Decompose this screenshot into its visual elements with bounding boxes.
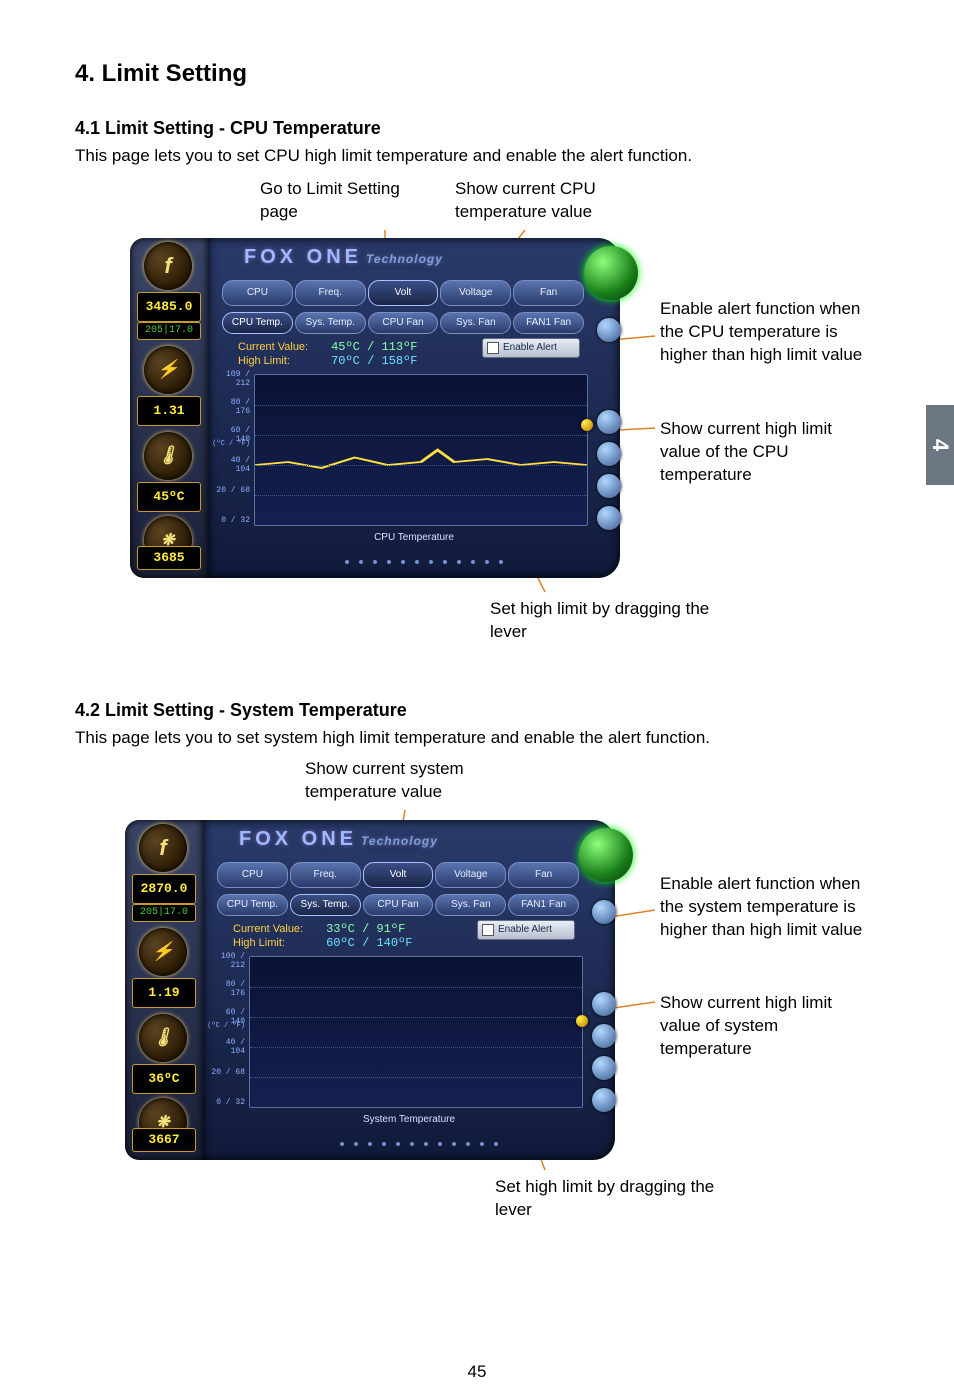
- close-icon[interactable]: [592, 992, 616, 1016]
- pager-dots: [288, 556, 560, 568]
- close-icon[interactable]: [597, 410, 621, 434]
- left-panel: f 2870.0 205|17.0 ⚡ 1.19 🌡 36ºC ❋ 3667: [125, 820, 203, 1160]
- checkbox-icon: [482, 924, 494, 936]
- left-panel: f 3485.0 205|17.0 ⚡ 1.31 🌡 45ºC ❋ 3685: [130, 238, 208, 578]
- meter-fan: 3667: [132, 1128, 196, 1152]
- enable-alert-checkbox[interactable]: Enable Alert: [477, 920, 575, 940]
- callout-right1: Enable alert function when the system te…: [660, 873, 870, 942]
- enable-alert-label: Enable Alert: [498, 924, 552, 935]
- volt-icon[interactable]: ⚡: [139, 928, 187, 976]
- power-button[interactable]: [584, 246, 638, 300]
- high-limit-value: 70ºC / 158ºF: [331, 354, 417, 368]
- app-brand: FOX ONETechnology: [244, 246, 443, 269]
- meter-volt: 1.19: [132, 978, 196, 1008]
- meter-temp: 36ºC: [132, 1064, 196, 1094]
- page-title: 4. Limit Setting: [75, 60, 904, 88]
- volt-icon[interactable]: ⚡: [144, 346, 192, 394]
- temp-icon[interactable]: 🌡: [139, 1014, 187, 1062]
- chapter-side-tab: 4: [926, 405, 954, 485]
- freq-icon[interactable]: f: [139, 824, 187, 872]
- callout-bottom: Set high limit by dragging the lever: [490, 598, 710, 644]
- subtab-systemp[interactable]: Sys. Temp.: [290, 894, 361, 916]
- figure-cpu-temp: Go to Limit Setting page Show current CP…: [75, 178, 904, 658]
- section42-intro: This page lets you to set system high li…: [75, 727, 904, 750]
- limit-slider-knob[interactable]: [576, 1015, 588, 1027]
- settings-icon[interactable]: [597, 506, 621, 530]
- app-brand: FOX ONETechnology: [239, 828, 438, 851]
- y-axis-labels: 109 / 212 80 / 176 60 / 140 (ºC / ºF) 40…: [212, 374, 252, 524]
- side-button-1[interactable]: [592, 900, 616, 924]
- callout-bottom: Set high limit by dragging the lever: [495, 1176, 715, 1222]
- temperature-chart: [254, 374, 588, 526]
- callout-top-right: Show current CPU temperature value: [455, 178, 655, 224]
- meter-fan: 3685: [137, 546, 201, 570]
- page-number: 45: [0, 1362, 954, 1382]
- limit-slider-knob[interactable]: [581, 419, 593, 431]
- freq-icon[interactable]: f: [144, 242, 192, 290]
- foxone-app: f 3485.0 205|17.0 ⚡ 1.31 🌡 45ºC ❋ 3685 F…: [130, 238, 620, 578]
- high-limit-value: 60ºC / 140ºF: [326, 936, 412, 950]
- y-axis-labels: 100 / 212 80 / 176 60 / 140 (ºC / ºF) 40…: [207, 956, 247, 1106]
- callout-right1: Enable alert function when the CPU tempe…: [660, 298, 870, 367]
- pager-dots: [283, 1138, 555, 1150]
- high-limit-label: High Limit:: [238, 355, 328, 367]
- temp-icon[interactable]: 🌡: [144, 432, 192, 480]
- tab-freq[interactable]: Freq.: [295, 280, 366, 306]
- subtab-sysfan[interactable]: Sys. Fan: [440, 312, 511, 334]
- temperature-chart: [249, 956, 583, 1108]
- subtab-cpufan[interactable]: CPU Fan: [368, 312, 439, 334]
- figure-sys-temp: Show current system temperature value En…: [75, 758, 904, 1238]
- tab-voltage[interactable]: Voltage: [435, 862, 506, 888]
- meter-fsb: 205|17.0: [137, 322, 201, 340]
- meter-mhz: 2870.0: [132, 874, 196, 904]
- chart-title: CPU Temperature: [208, 532, 620, 543]
- subtab-cputemp[interactable]: CPU Temp.: [222, 312, 293, 334]
- tab-cpu[interactable]: CPU: [222, 280, 293, 306]
- callout-right2: Show current high limit value of system …: [660, 992, 870, 1061]
- meter-volt: 1.31: [137, 396, 201, 426]
- meter-mhz: 3485.0: [137, 292, 201, 322]
- tab-cpu[interactable]: CPU: [217, 862, 288, 888]
- callout-right2: Show current high limit value of the CPU…: [660, 418, 870, 487]
- foxone-app: f 2870.0 205|17.0 ⚡ 1.19 🌡 36ºC ❋ 3667 F…: [125, 820, 615, 1160]
- section42-title: 4.2 Limit Setting - System Temperature: [75, 700, 904, 721]
- subtab-cpufan[interactable]: CPU Fan: [363, 894, 434, 916]
- minimize-icon[interactable]: [597, 442, 621, 466]
- section41-intro: This page lets you to set CPU high limit…: [75, 145, 904, 168]
- checkbox-icon: [487, 342, 499, 354]
- refresh-icon[interactable]: [592, 1056, 616, 1080]
- subtab-fan1[interactable]: FAN1 Fan: [513, 312, 584, 334]
- section41-title: 4.1 Limit Setting - CPU Temperature: [75, 118, 904, 139]
- callout-top: Show current system temperature value: [305, 758, 535, 804]
- power-button[interactable]: [579, 828, 633, 882]
- current-value: 33ºC / 91ºF: [326, 922, 405, 936]
- tab-fan[interactable]: Fan: [513, 280, 584, 306]
- tab-fan[interactable]: Fan: [508, 862, 579, 888]
- current-value-label: Current Value:: [238, 341, 328, 353]
- subtab-sysfan[interactable]: Sys. Fan: [435, 894, 506, 916]
- enable-alert-checkbox[interactable]: Enable Alert: [482, 338, 580, 358]
- tab-voltage[interactable]: Voltage: [440, 280, 511, 306]
- callout-top-left: Go to Limit Setting page: [260, 178, 440, 224]
- current-value-label: Current Value:: [233, 923, 323, 935]
- high-limit-label: High Limit:: [233, 937, 323, 949]
- current-value: 45ºC / 113ºF: [331, 340, 417, 354]
- meter-temp: 45ºC: [137, 482, 201, 512]
- enable-alert-label: Enable Alert: [503, 342, 557, 353]
- tab-freq[interactable]: Freq.: [290, 862, 361, 888]
- subtab-cputemp[interactable]: CPU Temp.: [217, 894, 288, 916]
- meter-fsb: 205|17.0: [132, 904, 196, 922]
- subtab-fan1[interactable]: FAN1 Fan: [508, 894, 579, 916]
- refresh-icon[interactable]: [597, 474, 621, 498]
- settings-icon[interactable]: [592, 1088, 616, 1112]
- chart-title: System Temperature: [203, 1114, 615, 1125]
- tab-limit[interactable]: Volt: [363, 862, 434, 888]
- subtab-systemp[interactable]: Sys. Temp.: [295, 312, 366, 334]
- side-button-1[interactable]: [597, 318, 621, 342]
- tab-limit[interactable]: Volt: [368, 280, 439, 306]
- minimize-icon[interactable]: [592, 1024, 616, 1048]
